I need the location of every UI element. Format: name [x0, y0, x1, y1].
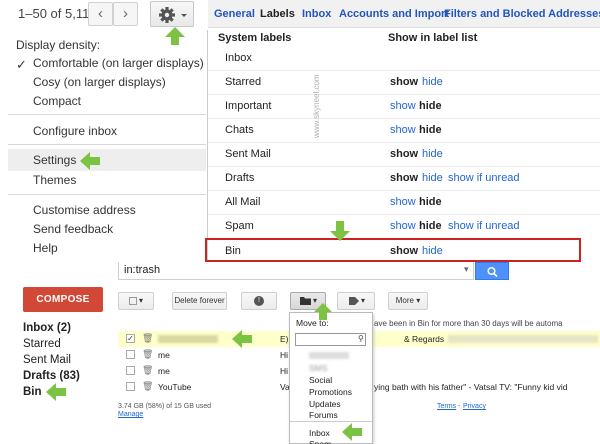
up-arrow-icon: [314, 303, 332, 320]
left-arrow-icon: [232, 330, 252, 348]
pointer-arrows-overlay: [46, 27, 362, 441]
up-arrow-icon: [165, 27, 185, 45]
left-arrow-icon: [80, 152, 100, 170]
left-arrow-icon: [46, 383, 66, 401]
down-arrow-icon: [330, 221, 350, 241]
left-arrow-icon: [342, 423, 362, 441]
